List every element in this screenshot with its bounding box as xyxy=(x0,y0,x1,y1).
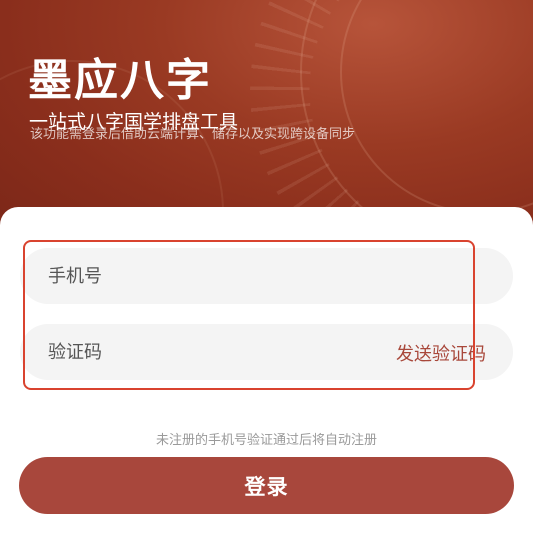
login-button[interactable]: 登录 xyxy=(19,457,514,514)
code-field[interactable]: 发送验证码 xyxy=(20,324,513,380)
phone-field[interactable] xyxy=(20,248,513,304)
app-title: 墨应八字 xyxy=(28,55,212,106)
header-banner: 墨应八字 一站式八字国学排盘工具 该功能需登录后借助云端计算、储存以及实现跨设备… xyxy=(0,0,533,240)
auto-register-hint: 未注册的手机号验证通过后将自动注册 xyxy=(155,433,377,448)
compass-ticks-decoration xyxy=(250,0,533,240)
send-code-button[interactable]: 发送验证码 xyxy=(396,340,486,366)
phone-input[interactable] xyxy=(20,264,513,288)
login-description: 该功能需登录后借助云端计算、储存以及实现跨设备同步 xyxy=(30,127,356,142)
